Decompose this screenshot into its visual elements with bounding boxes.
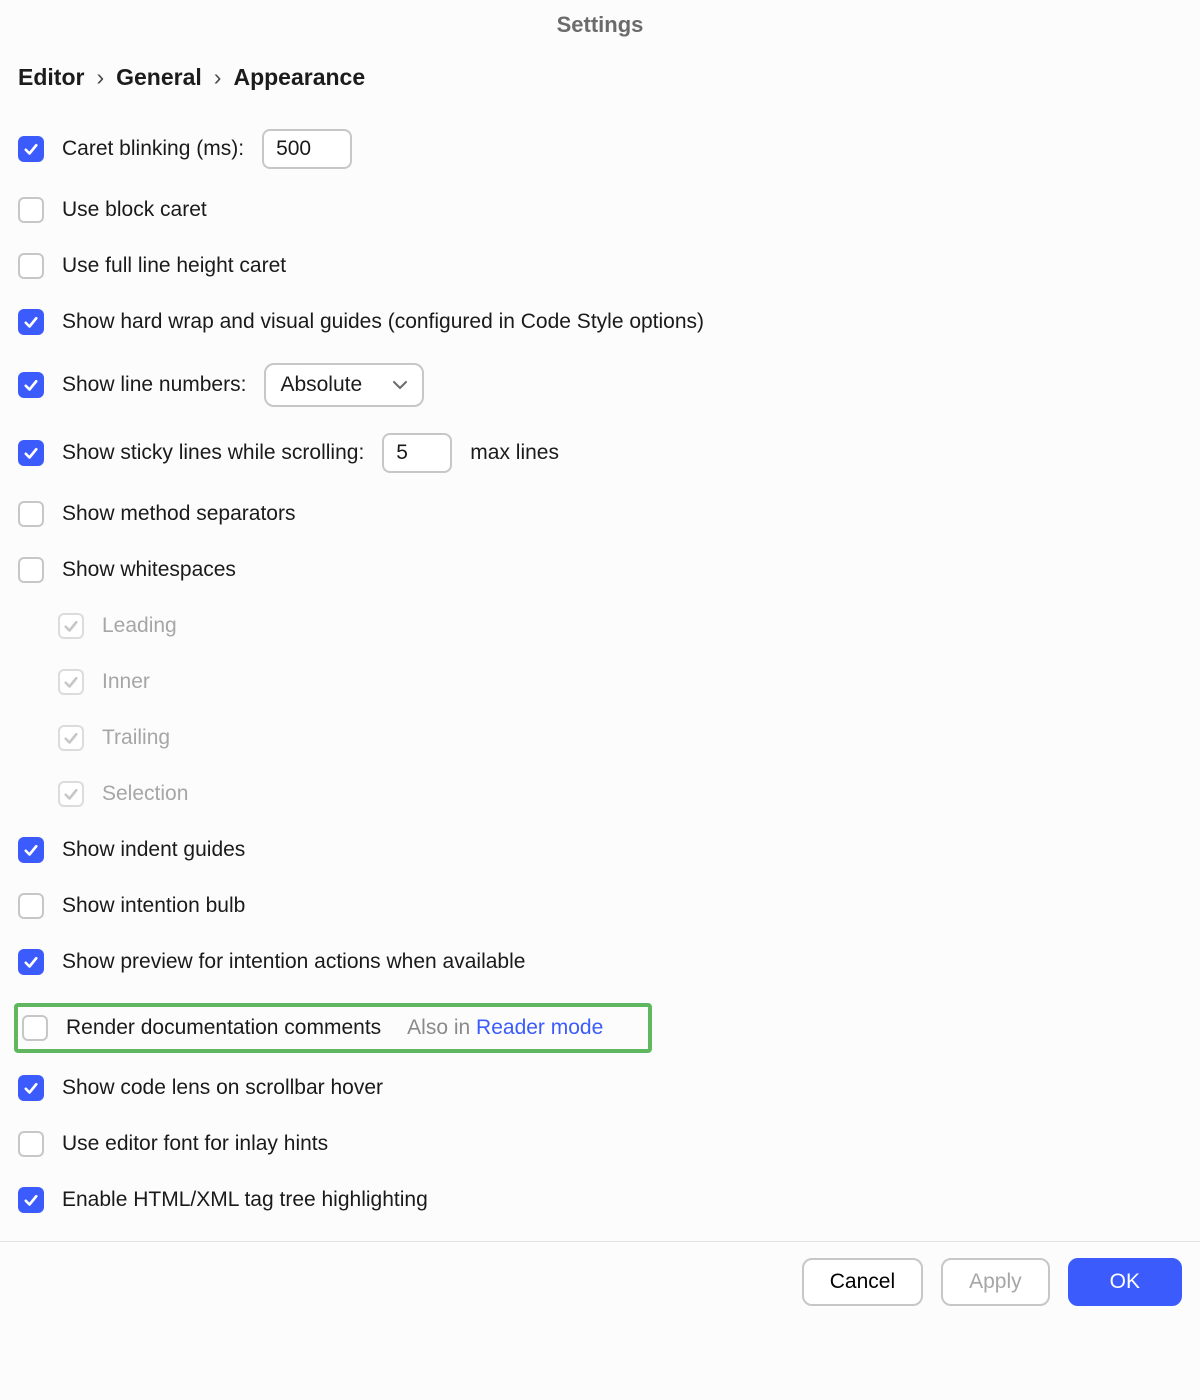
breadcrumb-editor[interactable]: Editor bbox=[18, 64, 84, 91]
caret-blinking-checkbox[interactable] bbox=[18, 136, 44, 162]
breadcrumb-appearance: Appearance bbox=[233, 64, 365, 91]
intention-bulb-label: Show intention bulb bbox=[62, 894, 245, 918]
ws-inner-checkbox bbox=[58, 669, 84, 695]
method-separators-checkbox[interactable] bbox=[18, 501, 44, 527]
line-numbers-label: Show line numbers: bbox=[62, 373, 246, 397]
block-caret-label: Use block caret bbox=[62, 198, 207, 222]
chevron-right-icon: › bbox=[96, 64, 104, 91]
line-numbers-checkbox[interactable] bbox=[18, 372, 44, 398]
cancel-button[interactable]: Cancel bbox=[802, 1258, 923, 1306]
ws-inner-label: Inner bbox=[102, 670, 150, 694]
page-title: Settings bbox=[18, 12, 1182, 38]
code-lens-label: Show code lens on scrollbar hover bbox=[62, 1076, 383, 1100]
editor-font-inlay-label: Use editor font for inlay hints bbox=[62, 1132, 328, 1156]
full-line-caret-checkbox[interactable] bbox=[18, 253, 44, 279]
breadcrumb-general[interactable]: General bbox=[116, 64, 202, 91]
chevron-right-icon: › bbox=[214, 64, 222, 91]
render-doc-hint: Also in Reader mode bbox=[407, 1016, 603, 1040]
ws-selection-label: Selection bbox=[102, 782, 188, 806]
whitespaces-checkbox[interactable] bbox=[18, 557, 44, 583]
ws-trailing-checkbox bbox=[58, 725, 84, 751]
html-tag-tree-checkbox[interactable] bbox=[18, 1187, 44, 1213]
indent-guides-checkbox[interactable] bbox=[18, 837, 44, 863]
html-tag-tree-label: Enable HTML/XML tag tree highlighting bbox=[62, 1188, 428, 1212]
ws-selection-checkbox bbox=[58, 781, 84, 807]
intention-preview-checkbox[interactable] bbox=[18, 949, 44, 975]
dialog-footer: Cancel Apply OK bbox=[0, 1241, 1200, 1324]
chevron-down-icon bbox=[392, 380, 408, 390]
sticky-lines-suffix: max lines bbox=[470, 441, 559, 465]
render-doc-label: Render documentation comments bbox=[66, 1016, 381, 1040]
caret-blinking-input[interactable] bbox=[262, 129, 352, 169]
sticky-lines-checkbox[interactable] bbox=[18, 440, 44, 466]
line-numbers-select[interactable]: Absolute bbox=[264, 363, 424, 407]
editor-font-inlay-checkbox[interactable] bbox=[18, 1131, 44, 1157]
caret-blinking-label: Caret blinking (ms): bbox=[62, 137, 244, 161]
ok-button[interactable]: OK bbox=[1068, 1258, 1182, 1306]
render-doc-hint-prefix: Also in bbox=[407, 1016, 476, 1039]
ws-leading-label: Leading bbox=[102, 614, 177, 638]
indent-guides-label: Show indent guides bbox=[62, 838, 245, 862]
breadcrumb: Editor › General › Appearance bbox=[18, 64, 1182, 91]
reader-mode-link[interactable]: Reader mode bbox=[476, 1016, 603, 1039]
sticky-lines-label: Show sticky lines while scrolling: bbox=[62, 441, 364, 465]
intention-bulb-checkbox[interactable] bbox=[18, 893, 44, 919]
hard-wrap-label: Show hard wrap and visual guides (config… bbox=[62, 310, 704, 334]
block-caret-checkbox[interactable] bbox=[18, 197, 44, 223]
render-doc-highlight: Render documentation comments Also in Re… bbox=[14, 1003, 652, 1053]
hard-wrap-checkbox[interactable] bbox=[18, 309, 44, 335]
render-doc-checkbox[interactable] bbox=[22, 1015, 48, 1041]
apply-button[interactable]: Apply bbox=[941, 1258, 1050, 1306]
full-line-caret-label: Use full line height caret bbox=[62, 254, 286, 278]
intention-preview-label: Show preview for intention actions when … bbox=[62, 950, 525, 974]
ws-leading-checkbox bbox=[58, 613, 84, 639]
sticky-lines-input[interactable] bbox=[382, 433, 452, 473]
code-lens-checkbox[interactable] bbox=[18, 1075, 44, 1101]
method-separators-label: Show method separators bbox=[62, 502, 295, 526]
line-numbers-select-value: Absolute bbox=[280, 373, 362, 397]
whitespaces-label: Show whitespaces bbox=[62, 558, 236, 582]
ws-trailing-label: Trailing bbox=[102, 726, 170, 750]
